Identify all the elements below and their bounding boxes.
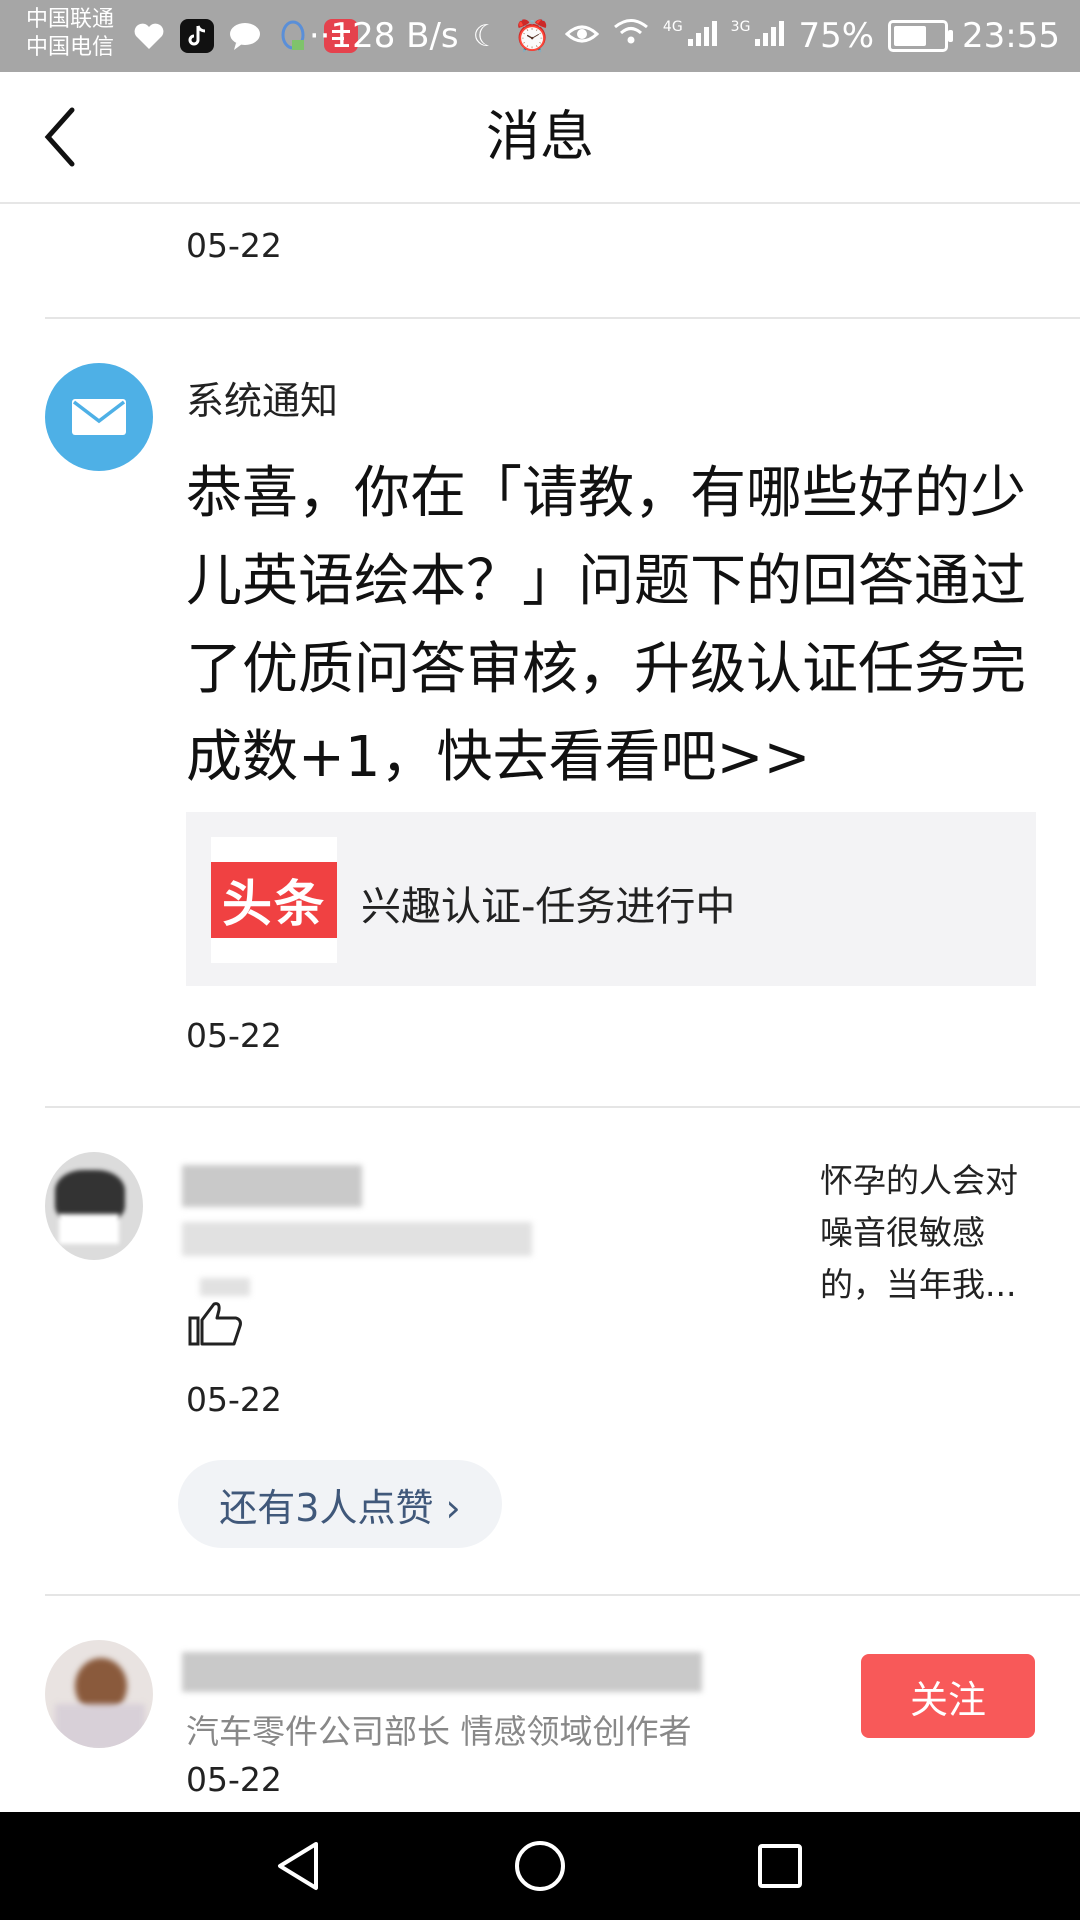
qq-icon xyxy=(276,19,310,53)
signal-3g-icon xyxy=(754,16,785,56)
signal-3g-label: 3G xyxy=(730,19,751,35)
message-date: 05-22 xyxy=(186,1760,282,1799)
toutiao-logo: 头条 xyxy=(211,837,337,963)
heart-rate-icon xyxy=(132,19,166,53)
nav-back-button[interactable] xyxy=(270,1836,330,1896)
notice-text[interactable]: 恭喜，你在「请教，有哪些好的少儿英语绘本？」问题下的回答通过了优质问答审核，升级… xyxy=(186,450,1036,802)
user-description: 汽车零件公司部长 情感领域创作者 xyxy=(186,1712,692,1751)
nav-back-icon xyxy=(278,1842,318,1890)
battery-icon xyxy=(888,20,954,52)
battery-percent: 75% xyxy=(798,16,875,56)
chat-bubble-icon xyxy=(228,19,262,53)
thumbs-up-icon xyxy=(186,1300,246,1350)
battery-fill xyxy=(894,26,926,46)
blurred-action-text xyxy=(182,1222,532,1256)
carrier-labels: 中国联通 中国电信 xyxy=(26,6,114,62)
nav-home-button[interactable] xyxy=(510,1836,570,1896)
message-date: 05-22 xyxy=(186,226,282,265)
signal-4g-icon xyxy=(687,16,717,56)
alarm-icon: ⏰ xyxy=(513,18,551,54)
page-title: 消息 xyxy=(486,105,594,168)
net-speed: ··128 B/s xyxy=(308,16,459,56)
message-date: 05-22 xyxy=(186,1016,282,1055)
moon-icon: ☾ xyxy=(472,18,500,54)
system-avatar xyxy=(45,363,153,471)
user-avatar[interactable] xyxy=(45,1152,143,1260)
mail-icon xyxy=(72,399,126,435)
signal-4g-label: 4G xyxy=(662,19,683,35)
follow-button[interactable]: 关注 xyxy=(861,1654,1035,1738)
blurred-username xyxy=(182,1165,362,1207)
sender-name: 系统通知 xyxy=(186,379,339,423)
nav-recents-button[interactable] xyxy=(750,1836,810,1896)
divider xyxy=(45,1106,1080,1108)
nav-home-icon xyxy=(515,1841,565,1891)
status-right: ··128 B/s ☾ ⏰ 4G 3G 75% 23:55 xyxy=(309,10,1060,62)
blurred-username xyxy=(182,1652,702,1692)
blurred-text xyxy=(200,1278,250,1296)
navigation-bar xyxy=(0,1812,1080,1920)
card-label: 兴趣认证-任务进行中 xyxy=(361,884,736,930)
clock: 23:55 xyxy=(962,16,1060,56)
comment-quote[interactable]: 怀孕的人会对噪音很敏感的，当年我... xyxy=(820,1155,1045,1311)
wifi-icon xyxy=(613,18,649,54)
toutiao-logo-text: 头条 xyxy=(211,862,337,938)
header: 消息 xyxy=(0,72,1080,204)
message-date: 05-22 xyxy=(186,1380,282,1419)
eye-icon xyxy=(564,19,600,54)
divider xyxy=(45,1594,1080,1596)
carrier-1: 中国联通 xyxy=(26,7,115,32)
certification-card[interactable]: 头条 兴趣认证-任务进行中 xyxy=(186,812,1036,986)
status-bar: 中国联通 中国电信 ··128 B/s ☾ ⏰ 4G 3G 75% 23:55 xyxy=(0,0,1080,72)
nav-recents-icon xyxy=(758,1844,802,1888)
tiktok-icon xyxy=(180,19,214,53)
divider xyxy=(45,317,1080,319)
carrier-2: 中国电信 xyxy=(26,35,115,60)
more-likes-button[interactable]: 还有3人点赞 › xyxy=(178,1460,502,1548)
user-avatar[interactable] xyxy=(45,1640,153,1748)
